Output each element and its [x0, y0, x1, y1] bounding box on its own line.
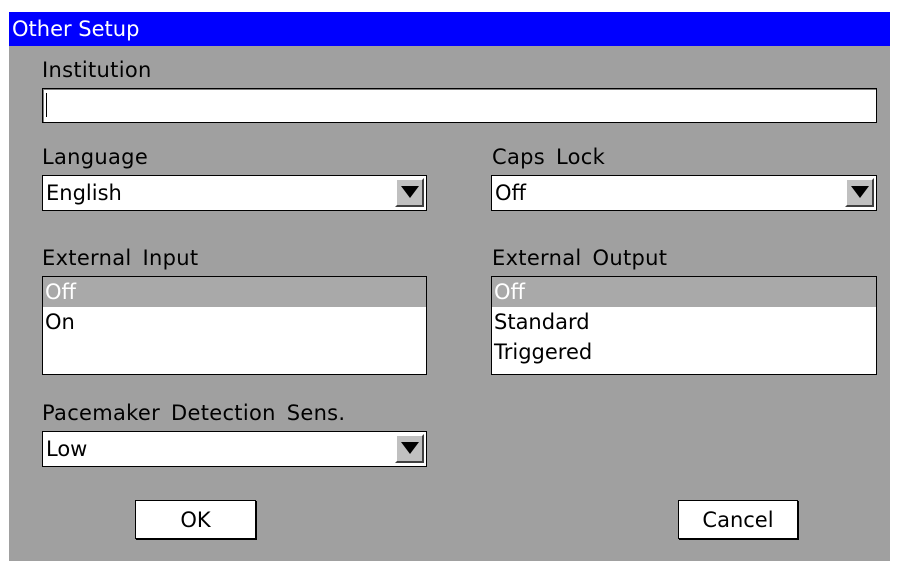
- institution-input[interactable]: [42, 88, 877, 123]
- external-output-option-triggered[interactable]: Triggered: [492, 337, 876, 367]
- triangle-down-icon: [851, 186, 869, 198]
- external-input-label: External Input: [42, 246, 199, 270]
- triangle-down-icon: [401, 186, 419, 198]
- external-input-option-off[interactable]: Off: [43, 277, 426, 307]
- cancel-button[interactable]: Cancel: [678, 500, 798, 539]
- pacemaker-dropdown-button[interactable]: [395, 434, 424, 463]
- external-output-option-off[interactable]: Off: [492, 277, 876, 307]
- pacemaker-value: Low: [46, 437, 88, 461]
- external-input-listbox[interactable]: Off On: [42, 276, 427, 375]
- external-output-listbox[interactable]: Off Standard Triggered: [491, 276, 877, 375]
- pacemaker-select[interactable]: Low: [42, 431, 427, 467]
- language-label: Language: [42, 145, 149, 169]
- caps-lock-select[interactable]: Off: [491, 175, 877, 211]
- text-caret: [46, 93, 47, 117]
- external-input-option-on[interactable]: On: [43, 307, 426, 337]
- caps-lock-label: Caps Lock: [492, 145, 606, 169]
- institution-label: Institution: [42, 58, 152, 82]
- language-value: English: [46, 181, 122, 205]
- pacemaker-label: Pacemaker Detection Sens.: [42, 401, 346, 425]
- language-dropdown-button[interactable]: [395, 178, 424, 207]
- external-output-option-standard[interactable]: Standard: [492, 307, 876, 337]
- other-setup-dialog: Other Setup Institution Language English…: [9, 12, 890, 561]
- external-output-label: External Output: [492, 246, 668, 270]
- language-select[interactable]: English: [42, 175, 427, 211]
- triangle-down-icon: [401, 442, 419, 454]
- caps-lock-dropdown-button[interactable]: [845, 178, 874, 207]
- ok-button[interactable]: OK: [135, 500, 256, 539]
- dialog-title: Other Setup: [9, 12, 890, 46]
- caps-lock-value: Off: [495, 181, 526, 205]
